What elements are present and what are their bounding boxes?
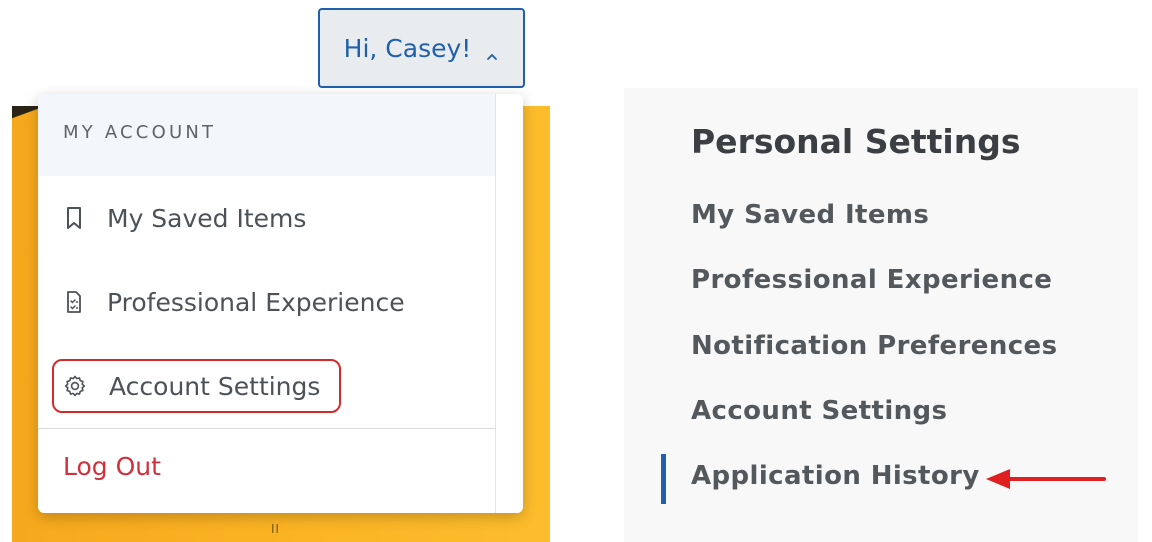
menu-item-label: My Saved Items xyxy=(107,203,307,233)
settings-link-account-settings[interactable]: Account Settings xyxy=(691,396,947,426)
gear-icon xyxy=(63,374,87,398)
account-menu-button[interactable]: Hi, Casey! xyxy=(318,8,525,88)
banner-image-detail xyxy=(12,106,38,136)
dropdown-header: MY ACCOUNT xyxy=(38,94,496,176)
dropdown-section-label: MY ACCOUNT xyxy=(63,122,217,143)
banner-image-mark: ıı xyxy=(270,518,280,537)
logout-link[interactable]: Log Out xyxy=(63,452,161,481)
settings-link-notification-preferences[interactable]: Notification Preferences xyxy=(691,331,1057,361)
greeting-label: Hi, Casey! xyxy=(343,33,472,63)
settings-title: Personal Settings xyxy=(691,122,1021,161)
annotation-arrow-icon xyxy=(984,466,1106,496)
active-indicator xyxy=(661,454,666,504)
menu-item-account-settings[interactable]: Account Settings xyxy=(63,366,320,406)
document-checklist-icon xyxy=(63,289,85,315)
account-dropdown-menu: MY ACCOUNT My Saved Items Professional E… xyxy=(38,94,523,513)
screenshot-canvas: ıı Hi, Casey! MY ACCOUNT My Saved Items xyxy=(0,0,1152,542)
menu-item-professional-experience[interactable]: Professional Experience xyxy=(63,282,405,322)
settings-link-application-history[interactable]: Application History xyxy=(691,461,980,491)
dropdown-divider xyxy=(38,428,496,429)
menu-item-label: Account Settings xyxy=(109,371,321,401)
settings-link-saved-items[interactable]: My Saved Items xyxy=(691,200,929,230)
bookmark-icon xyxy=(63,205,85,231)
settings-link-professional-experience[interactable]: Professional Experience xyxy=(691,265,1052,295)
menu-item-label: Professional Experience xyxy=(107,287,405,317)
menu-item-saved-items[interactable]: My Saved Items xyxy=(63,198,306,238)
chevron-up-icon xyxy=(485,41,499,60)
dropdown-scrollbar[interactable] xyxy=(495,94,523,513)
